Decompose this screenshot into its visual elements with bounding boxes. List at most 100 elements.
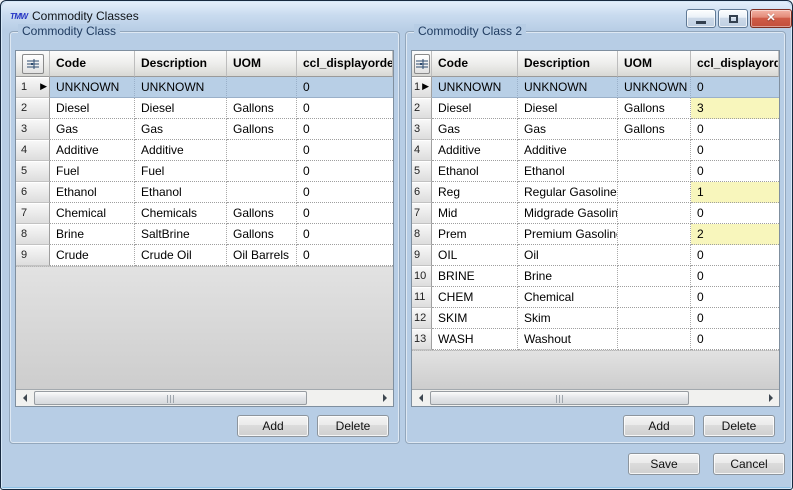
cell-description[interactable]: Chemical	[518, 287, 618, 308]
row-selector[interactable]: 4 ▶	[412, 140, 432, 161]
scroll-left-button[interactable]	[16, 390, 33, 406]
cell-description[interactable]: Chemicals	[135, 203, 227, 224]
commodity-class-2-grid[interactable]: Code Description UOM ccl_displayorder 1 …	[411, 50, 780, 407]
table-row[interactable]: 11 ▶ CHEM Chemical 0	[412, 287, 779, 308]
cell-code[interactable]: Diesel	[432, 98, 518, 119]
cell-code[interactable]: Diesel	[50, 98, 135, 119]
cell-description[interactable]: Additive	[518, 140, 618, 161]
cell-uom[interactable]: Gallons	[227, 224, 297, 245]
cell-uom[interactable]	[618, 203, 691, 224]
table-row[interactable]: 1 ▶ UNKNOWN UNKNOWN 0	[16, 77, 393, 98]
titlebar[interactable]: TMW Commodity Classes ✕	[2, 2, 792, 31]
cell-description[interactable]: Crude Oil	[135, 245, 227, 266]
cell-displayorder[interactable]: 0	[691, 308, 779, 329]
cell-description[interactable]: SaltBrine	[135, 224, 227, 245]
cell-uom[interactable]	[618, 161, 691, 182]
row-selector[interactable]: 8 ▶	[16, 224, 50, 245]
row-selector-settings-button[interactable]	[413, 53, 430, 74]
table-row[interactable]: 2 ▶ Diesel Diesel Gallons 3	[412, 98, 779, 119]
cell-uom[interactable]	[618, 245, 691, 266]
cell-displayorder[interactable]: 0	[691, 203, 779, 224]
table-row[interactable]: 10 ▶ BRINE Brine 0	[412, 266, 779, 287]
row-selector[interactable]: 7 ▶	[16, 203, 50, 224]
close-button[interactable]: ✕	[750, 9, 792, 28]
cell-description[interactable]: Diesel	[518, 98, 618, 119]
cell-description[interactable]: Ethanol	[518, 161, 618, 182]
scroll-left-button[interactable]	[412, 390, 429, 406]
row-selector[interactable]: 9 ▶	[16, 245, 50, 266]
row-selector[interactable]: 6 ▶	[412, 182, 432, 203]
row-selector[interactable]: 1 ▶	[16, 77, 50, 98]
cell-uom[interactable]: UNKNOWN	[618, 77, 691, 98]
column-header-description[interactable]: Description	[518, 51, 618, 77]
add-button[interactable]: Add	[237, 415, 309, 437]
table-row[interactable]: 5 ▶ Fuel Fuel 0	[16, 161, 393, 182]
cell-uom[interactable]	[618, 329, 691, 350]
delete-button[interactable]: Delete	[317, 415, 389, 437]
cell-displayorder[interactable]: 2	[691, 224, 779, 245]
cell-description[interactable]: Midgrade Gasoline	[518, 203, 618, 224]
cell-displayorder[interactable]: 0	[691, 77, 779, 98]
horizontal-scrollbar[interactable]	[412, 389, 779, 406]
cell-description[interactable]: Gas	[518, 119, 618, 140]
cell-displayorder[interactable]: 0	[691, 329, 779, 350]
table-row[interactable]: 9 ▶ Crude Crude Oil Oil Barrels 0	[16, 245, 393, 266]
table-row[interactable]: 6 ▶ Reg Regular Gasoline 1	[412, 182, 779, 203]
column-header-code[interactable]: Code	[50, 51, 135, 77]
horizontal-scrollbar[interactable]	[16, 389, 393, 406]
cancel-button[interactable]: Cancel	[713, 453, 785, 475]
cell-description[interactable]: Skim	[518, 308, 618, 329]
table-row[interactable]: 5 ▶ Ethanol Ethanol 0	[412, 161, 779, 182]
table-row[interactable]: 2 ▶ Diesel Diesel Gallons 0	[16, 98, 393, 119]
cell-code[interactable]: Mid	[432, 203, 518, 224]
column-header-uom[interactable]: UOM	[618, 51, 691, 77]
row-selector[interactable]: 11 ▶	[412, 287, 432, 308]
cell-description[interactable]: Regular Gasoline	[518, 182, 618, 203]
cell-code[interactable]: UNKNOWN	[432, 77, 518, 98]
cell-uom[interactable]	[618, 287, 691, 308]
cell-code[interactable]: Crude	[50, 245, 135, 266]
table-row[interactable]: 7 ▶ Mid Midgrade Gasoline 0	[412, 203, 779, 224]
table-row[interactable]: 4 ▶ Additive Additive 0	[412, 140, 779, 161]
table-row[interactable]: 4 ▶ Additive Additive 0	[16, 140, 393, 161]
row-selector[interactable]: 5 ▶	[16, 161, 50, 182]
table-row[interactable]: 8 ▶ Prem Premium Gasoline 2	[412, 224, 779, 245]
cell-description[interactable]: Oil	[518, 245, 618, 266]
cell-code[interactable]: Additive	[432, 140, 518, 161]
cell-code[interactable]: BRINE	[432, 266, 518, 287]
cell-uom[interactable]	[618, 224, 691, 245]
row-selector[interactable]: 4 ▶	[16, 140, 50, 161]
cell-displayorder[interactable]: 0	[297, 245, 393, 266]
cell-uom[interactable]	[618, 266, 691, 287]
cell-displayorder[interactable]: 0	[691, 140, 779, 161]
row-selector[interactable]: 3 ▶	[412, 119, 432, 140]
cell-description[interactable]: UNKNOWN	[135, 77, 227, 98]
cell-displayorder[interactable]: 0	[297, 182, 393, 203]
table-row[interactable]: 6 ▶ Ethanol Ethanol 0	[16, 182, 393, 203]
add-button[interactable]: Add	[623, 415, 695, 437]
row-selector[interactable]: 3 ▶	[16, 119, 50, 140]
table-row[interactable]: 8 ▶ Brine SaltBrine Gallons 0	[16, 224, 393, 245]
scrollbar-thumb[interactable]	[34, 391, 307, 405]
scrollbar-thumb[interactable]	[430, 391, 689, 405]
cell-code[interactable]: UNKNOWN	[50, 77, 135, 98]
cell-uom[interactable]: Gallons	[227, 119, 297, 140]
cell-uom[interactable]	[618, 140, 691, 161]
table-row[interactable]: 3 ▶ Gas Gas Gallons 0	[16, 119, 393, 140]
cell-description[interactable]: Gas	[135, 119, 227, 140]
row-selector[interactable]: 1 ▶	[412, 77, 432, 98]
cell-description[interactable]: Diesel	[135, 98, 227, 119]
cell-uom[interactable]: Gallons	[227, 203, 297, 224]
cell-uom[interactable]	[618, 308, 691, 329]
cell-code[interactable]: Additive	[50, 140, 135, 161]
commodity-class-grid[interactable]: Code Description UOM ccl_displayorder 1 …	[15, 50, 394, 407]
row-selector[interactable]: 2 ▶	[412, 98, 432, 119]
column-header-code[interactable]: Code	[432, 51, 518, 77]
minimize-button[interactable]	[686, 9, 716, 28]
table-row[interactable]: 9 ▶ OIL Oil 0	[412, 245, 779, 266]
row-selector-settings-button[interactable]	[21, 53, 44, 74]
row-selector[interactable]: 13 ▶	[412, 329, 432, 350]
cell-code[interactable]: CHEM	[432, 287, 518, 308]
table-row[interactable]: 7 ▶ Chemical Chemicals Gallons 0	[16, 203, 393, 224]
table-row[interactable]: 13 ▶ WASH Washout 0	[412, 329, 779, 350]
